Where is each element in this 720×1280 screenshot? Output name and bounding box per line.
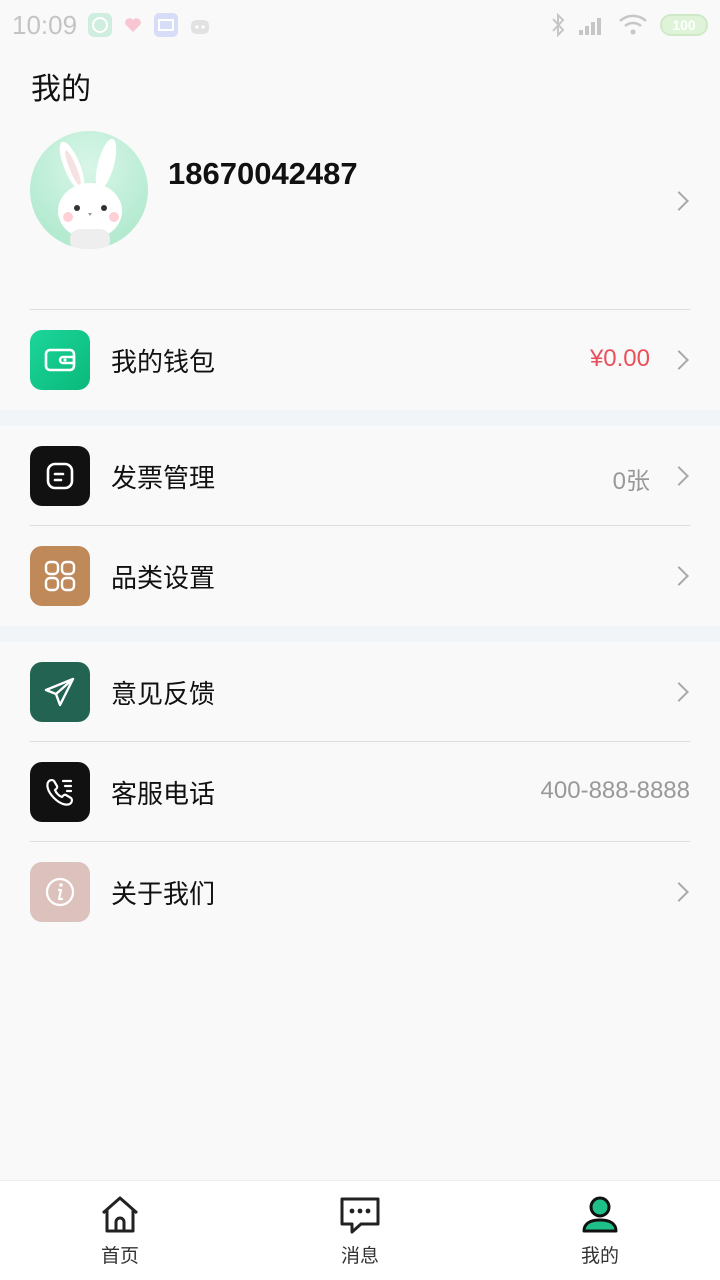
chevron-right-icon — [669, 566, 689, 586]
avatar[interactable] — [30, 131, 148, 249]
chevron-right-icon — [669, 682, 689, 702]
menu-item-customer-service[interactable]: 客服电话 400-888-8888 — [0, 742, 720, 842]
wifi-icon — [619, 14, 647, 35]
tab-label: 我的 — [580, 1245, 619, 1267]
tab-home[interactable]: 首页 — [0, 1181, 240, 1280]
wallet-label: 我的钱包 — [111, 348, 216, 378]
home-icon — [102, 1196, 138, 1233]
profile-card[interactable]: 18670042487 — [0, 120, 720, 260]
wallet-icon — [30, 330, 90, 390]
user-icon — [582, 1196, 618, 1233]
customer-service-number[interactable]: 400-888-8888 — [541, 777, 690, 805]
compass-app-icon — [88, 13, 113, 37]
chevron-right-icon — [669, 191, 689, 211]
menu-item-feedback[interactable]: 意见反馈 — [0, 642, 720, 742]
menu-item-wallet[interactable]: 我的钱包 ¥0.00 — [0, 310, 720, 410]
tab-messages[interactable]: 消息 — [240, 1181, 480, 1280]
chevron-right-icon — [669, 350, 689, 370]
bluetooth-icon — [552, 12, 565, 38]
section-gap — [0, 410, 720, 426]
robot-app-icon — [191, 20, 210, 34]
send-icon — [30, 662, 90, 722]
section-gap — [0, 626, 720, 642]
menu-item-about[interactable]: 关于我们 — [0, 842, 720, 942]
signal-icon — [579, 18, 601, 35]
category-label: 品类设置 — [111, 564, 216, 594]
status-bar: 10:09 100 — [0, 0, 720, 50]
message-icon — [340, 1197, 380, 1234]
page-title: 我的 — [31, 72, 91, 107]
invoice-label: 发票管理 — [111, 464, 216, 494]
tab-label: 消息 — [340, 1245, 379, 1267]
heart-app-icon — [125, 18, 141, 32]
about-label: 关于我们 — [111, 880, 216, 910]
info-icon — [30, 862, 90, 922]
feedback-label: 意见反馈 — [111, 680, 216, 710]
tab-label: 首页 — [100, 1245, 139, 1267]
status-time: 10:09 — [12, 9, 78, 40]
chevron-right-icon — [669, 466, 689, 486]
chevron-right-icon — [669, 882, 689, 902]
e-app-icon — [154, 13, 179, 37]
menu-item-category[interactable]: 品类设置 — [0, 526, 720, 626]
rabbit-avatar-icon — [58, 138, 122, 249]
wallet-balance: ¥0.00 — [589, 345, 650, 372]
customer-service-label: 客服电话 — [111, 780, 216, 810]
invoice-icon — [30, 446, 90, 506]
grid-icon — [30, 546, 90, 606]
phone-call-icon — [30, 762, 90, 822]
phone-number: 18670042487 — [168, 156, 358, 191]
bottom-tab-bar: 首页 消息 我的 — [0, 1180, 720, 1280]
invoice-count: 0张 — [612, 468, 650, 495]
tab-mine[interactable]: 我的 — [480, 1181, 720, 1280]
notification-icons — [87, 12, 211, 38]
menu-item-invoice[interactable]: 发票管理 0张 — [0, 426, 720, 526]
battery-indicator: 100 — [660, 14, 708, 36]
